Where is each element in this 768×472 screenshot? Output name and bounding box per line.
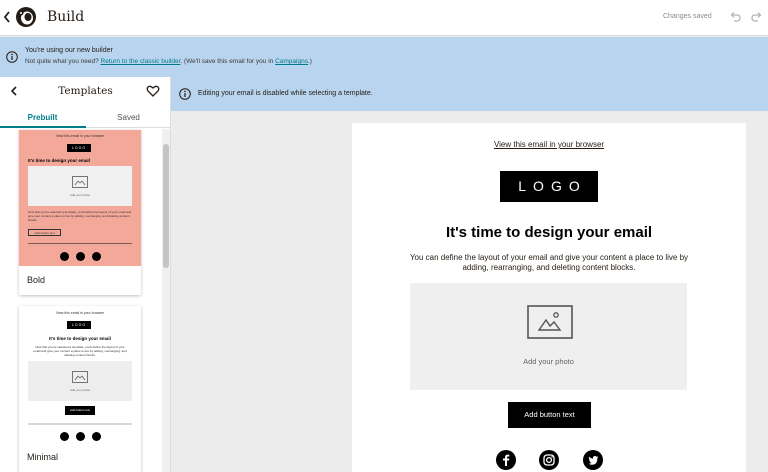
campaigns-link[interactable]: Campaigns: [275, 58, 308, 65]
redo-icon[interactable]: [750, 10, 764, 24]
preview-view-link: View this email in your browser: [55, 311, 105, 315]
save-status: Changes saved: [663, 13, 712, 20]
preview-heading: It's time to design your email: [28, 158, 90, 163]
chevron-left-icon: [3, 11, 10, 23]
photo-label: Add your photo: [523, 357, 574, 366]
preview-logo: LOGO: [67, 144, 91, 152]
banner-subtitle: Not quite what you need? Return to the c…: [25, 58, 312, 65]
template-preview: View this email in your browser LOGO It'…: [19, 306, 141, 446]
sidebar-scrollbar-thumb[interactable]: [163, 144, 169, 268]
top-bar: Build Changes saved: [0, 0, 768, 36]
instagram-icon: [76, 432, 85, 441]
banner-title: You're using our new builder: [25, 47, 113, 54]
preview-body: Now that you've selected a template, you…: [33, 345, 127, 357]
preview-heading: It's time to design your email: [49, 336, 111, 341]
undo-icon[interactable]: [728, 10, 742, 24]
classic-builder-link[interactable]: Return to the classic builder: [101, 58, 181, 65]
preview-button: Add button text: [28, 229, 61, 236]
notice-text: Editing your email is disabled while sel…: [198, 90, 373, 97]
mailchimp-logo-icon[interactable]: [15, 6, 37, 28]
view-in-browser-link: View this email in your browser: [493, 140, 605, 149]
templates-sidebar: Templates Prebuilt Saved View this email…: [0, 77, 171, 472]
preview-photo: Add your photo: [28, 361, 132, 401]
heart-icon[interactable]: [146, 84, 160, 98]
preview-logo: LOGO: [67, 321, 91, 329]
back-button[interactable]: [2, 9, 12, 25]
template-tabs: Prebuilt Saved: [0, 108, 171, 128]
preview-body: Now that you've selected a template, you…: [28, 210, 132, 222]
preview-button: Add button text: [65, 406, 95, 415]
preview-divider: [28, 243, 132, 244]
tab-prebuilt[interactable]: Prebuilt: [0, 113, 85, 122]
instagram-icon: [539, 450, 559, 470]
banner-subtitle-text: .): [307, 58, 312, 65]
email-heading: It's time to design your email: [445, 224, 653, 241]
info-icon: [179, 88, 191, 100]
active-tab-indicator: [0, 126, 86, 128]
template-preview: View this email in your browser LOGO It'…: [19, 130, 141, 266]
instagram-icon: [76, 252, 85, 261]
facebook-icon: [60, 432, 69, 441]
tab-saved[interactable]: Saved: [86, 113, 171, 122]
preview-photo: Add your photo: [28, 166, 132, 206]
facebook-icon: [496, 450, 516, 470]
banner-subtitle-text: . (We'll save this email for you in: [180, 58, 276, 65]
twitter-icon: [583, 450, 603, 470]
twitter-icon: [92, 432, 101, 441]
preview-photo-label: Add your photo: [69, 388, 91, 392]
email-cta-button: Add button text: [508, 402, 591, 428]
image-placeholder-icon: [72, 176, 88, 188]
template-name: Bold: [27, 275, 46, 285]
template-card-bold[interactable]: View this email in your browser LOGO It'…: [19, 130, 141, 295]
twitter-icon: [92, 252, 101, 261]
facebook-icon: [60, 252, 69, 261]
email-body-text: You can define the layout of your email …: [409, 253, 689, 272]
preview-view-link: View this email in your browser: [55, 134, 105, 138]
image-placeholder-icon: [72, 371, 88, 383]
editing-disabled-notice: Editing your email is disabled while sel…: [171, 77, 768, 111]
new-builder-banner: You're using our new builder Not quite w…: [0, 37, 768, 77]
banner-subtitle-text: Not quite what you need?: [25, 58, 101, 65]
page-title: Build: [47, 9, 85, 25]
template-card-minimal[interactable]: View this email in your browser LOGO It'…: [19, 306, 141, 472]
image-placeholder-icon: [527, 305, 573, 339]
email-photo-block: Add your photo: [410, 283, 687, 390]
info-icon: [6, 51, 18, 63]
preview-divider: [28, 423, 132, 425]
template-name: Minimal: [27, 452, 59, 462]
preview-photo-label: Add your photo: [69, 193, 91, 197]
email-preview: View this email in your browser LOGO It'…: [352, 123, 746, 472]
email-logo: LOGO: [500, 171, 598, 202]
